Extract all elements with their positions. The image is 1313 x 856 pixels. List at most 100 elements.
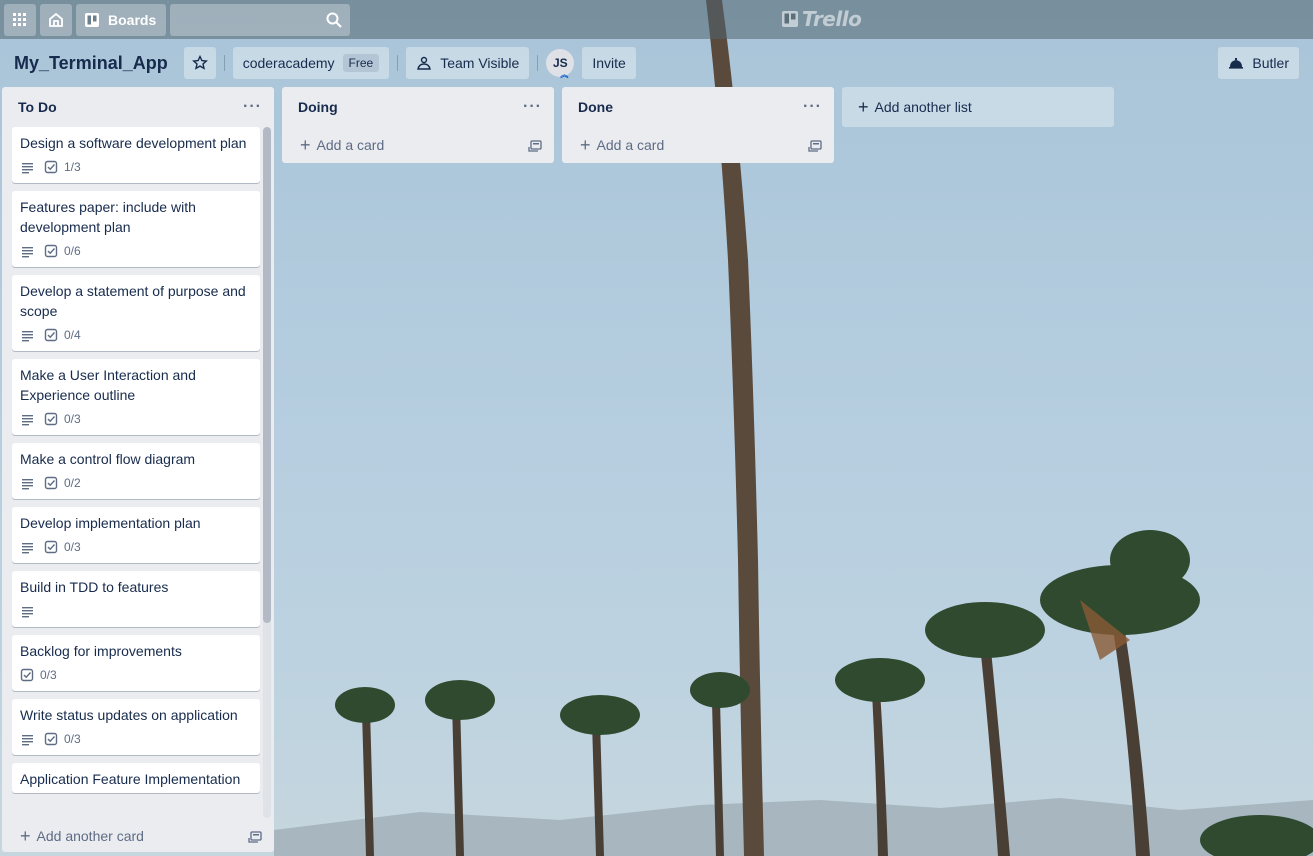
checklist-icon [44,476,58,490]
checklist-count: 0/2 [64,476,81,490]
list-header[interactable]: Doing ··· [282,87,554,127]
description-icon [22,163,33,174]
card-title: Design a software development plan [20,135,247,151]
card-badges: 1/3 [20,155,252,179]
description-icon [22,735,33,746]
visibility-button[interactable]: Team Visible [406,47,530,79]
team-name: coderacademy [242,55,335,71]
add-card-label: Add a card [316,137,385,153]
card[interactable]: Make a control flow diagram 0/2 [12,443,260,499]
add-card-button[interactable]: + Add another card [2,818,274,854]
card-template-icon[interactable] [808,138,822,152]
member-avatar[interactable]: JS ︽ [546,49,575,79]
card[interactable]: Develop implementation plan 0/3 [12,507,260,563]
list-scrollbar-thumb[interactable] [263,127,271,623]
card-template-icon[interactable] [528,138,542,152]
checklist-badge: 0/4 [44,328,81,342]
boards-icon [85,12,99,27]
checklist-badge: 0/3 [20,668,57,682]
description-badge [20,476,34,490]
card[interactable]: Make a User Interaction and Experience o… [12,359,260,435]
description-badge [20,732,34,746]
description-badge [20,604,34,618]
plus-icon: + [300,135,311,155]
card-list: Design a software development plan 1/3 F… [2,127,274,818]
list-title[interactable]: To Do [18,99,57,115]
add-card-label: Add another card [36,828,144,844]
apps-button[interactable] [4,3,36,36]
card-template-icon[interactable] [248,829,262,843]
plus-icon: + [858,97,869,117]
trello-logo[interactable]: Trello [782,7,862,31]
description-icon [22,543,33,554]
checklist-count: 0/3 [64,540,81,554]
boards-label: Boards [108,11,157,28]
checklist-icon [44,328,58,342]
card[interactable]: Write status updates on application 0/3 [12,699,260,755]
checklist-icon [44,540,58,554]
butler-label: Butler [1252,55,1289,71]
checklist-count: 0/3 [40,668,57,682]
checklist-icon [20,668,34,682]
list-header[interactable]: Done ··· [562,87,834,127]
plus-icon: + [20,826,31,846]
list-done: Done ··· + Add a card [562,87,834,163]
boards-button[interactable]: Boards [76,3,167,36]
card-badges: 0/3 [20,727,252,751]
checklist-count: 0/3 [64,732,81,746]
add-list-label: Add another list [874,99,972,115]
top-navigation-bar: Boards Trello [0,0,1313,39]
checklist-badge: 0/3 [44,732,81,746]
butler-button[interactable]: Butler [1218,47,1299,79]
card-badges: 0/4 [20,323,252,347]
card[interactable]: Application Feature Implementation [12,763,260,793]
add-card-button[interactable]: + Add a card [562,127,834,163]
star-icon [191,55,208,70]
star-board-button[interactable] [183,47,216,79]
add-card-button[interactable]: + Add a card [282,127,554,163]
list-menu-icon[interactable]: ··· [239,98,266,116]
checklist-count: 0/3 [64,412,81,426]
card-title: Build in TDD to features [20,579,169,595]
card[interactable]: Build in TDD to features [12,571,260,627]
add-list-button[interactable]: + Add another list [842,87,1114,127]
description-icon [22,247,33,258]
checklist-badge: 0/3 [44,540,81,554]
team-button[interactable]: coderacademy Free [232,47,390,79]
list-menu-icon[interactable]: ··· [519,98,546,116]
card-badges: 0/3 [20,663,252,687]
card[interactable]: Backlog for improvements 0/3 [12,635,260,691]
board-title[interactable]: My_Terminal_App [14,53,168,74]
checklist-icon [44,244,58,258]
invite-label: Invite [592,55,626,71]
checklist-count: 0/4 [64,328,81,342]
home-button[interactable] [40,3,72,36]
header-divider [397,55,399,71]
card[interactable]: Design a software development plan 1/3 [12,127,260,183]
description-icon [22,415,33,426]
card-title: Develop implementation plan [20,515,201,531]
description-badge [20,328,34,342]
card-title: Develop a statement of purpose and scope [20,283,246,319]
invite-button[interactable]: Invite [582,47,636,79]
add-card-label-group: + Add a card [300,136,384,154]
card-title: Application Feature Implementation [20,771,241,787]
list-title[interactable]: Doing [298,99,338,115]
search-input[interactable] [170,3,351,36]
checklist-icon [44,160,58,174]
card[interactable]: Develop a statement of purpose and scope… [12,275,260,351]
card[interactable]: Features paper: include with development… [12,191,260,267]
card-badges [20,599,252,623]
card-title: Write status updates on application [20,707,238,723]
list-to-do: To Do ··· Design a software development … [2,87,274,852]
add-card-label-group: + Add another card [20,827,144,845]
header-divider [223,55,225,71]
header-divider [537,55,539,71]
list-menu-icon[interactable]: ··· [799,98,826,116]
trello-logo-icon [782,11,798,27]
list-header[interactable]: To Do ··· [2,87,274,127]
list-title[interactable]: Done [578,99,613,115]
checklist-icon [44,412,58,426]
description-badge [20,244,34,258]
card-badges: 0/2 [20,471,252,495]
